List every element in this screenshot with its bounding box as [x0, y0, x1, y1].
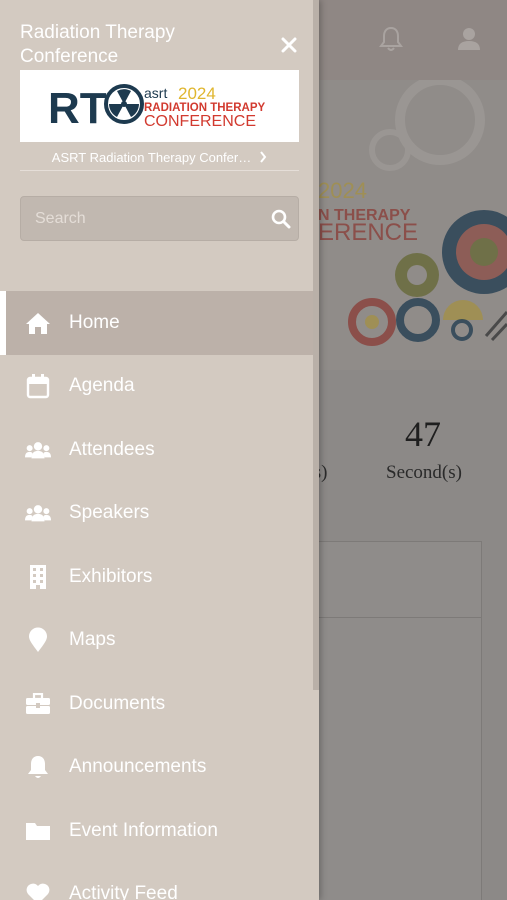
user-profile-icon[interactable]: [454, 24, 484, 54]
countdown-seconds-label: Second(s): [386, 462, 462, 483]
nav-item-documents[interactable]: Documents: [0, 672, 313, 736]
divider: [20, 170, 299, 171]
navigation-drawer: Radiation Therapy Conference RT asrt 202…: [0, 0, 319, 900]
nav-item-agenda[interactable]: Agenda: [0, 355, 313, 419]
search-bar: [20, 196, 299, 241]
countdown-seconds-value: 47: [405, 414, 441, 454]
nav-item-speakers[interactable]: Speakers: [0, 482, 313, 546]
briefcase-icon: [25, 691, 51, 717]
building-icon: [25, 564, 51, 590]
logo-brand: asrt: [144, 85, 167, 101]
nav-label-documents: Documents: [69, 692, 166, 714]
content-card: [300, 541, 482, 900]
rtc-logo: RT asrt 2024 RADIATION THERAPY CONFERENC…: [48, 84, 266, 133]
users-icon: [25, 500, 51, 526]
nav-item-event-information[interactable]: Event Information: [0, 799, 313, 863]
map-pin-icon: [25, 627, 51, 653]
nav-item-attendees[interactable]: Attendees: [0, 418, 313, 482]
search-icon[interactable]: [271, 209, 291, 229]
users-icon: [25, 437, 51, 463]
search-input[interactable]: [35, 208, 255, 230]
nav-label-maps: Maps: [69, 629, 116, 651]
nav-item-home[interactable]: Home: [0, 291, 313, 355]
event-switcher-link[interactable]: ASRT Radiation Therapy Confer…: [20, 146, 299, 168]
nav-item-maps[interactable]: Maps: [0, 609, 313, 673]
chevron-right-icon: [260, 151, 267, 163]
close-drawer-button[interactable]: [276, 32, 302, 58]
close-icon: [281, 37, 297, 53]
folder-icon: [25, 818, 51, 844]
drawer-scrollbar[interactable]: [313, 0, 319, 690]
nav-label-announcements: Announcements: [69, 756, 207, 778]
event-link-label: ASRT Radiation Therapy Confer…: [51, 149, 252, 165]
nav-label-activity-feed: Activity Feed: [69, 883, 178, 900]
heart-icon: [25, 881, 51, 900]
calendar-icon: [25, 373, 51, 399]
banner-line-2: ERENCE: [318, 219, 418, 246]
nav-item-announcements[interactable]: Announcements: [0, 736, 313, 800]
logo-year: 2024: [178, 84, 216, 103]
nav-label-home: Home: [69, 311, 120, 333]
event-logo: RT asrt 2024 RADIATION THERAPY CONFERENC…: [20, 70, 299, 142]
nav-label-agenda: Agenda: [69, 375, 135, 397]
notifications-bell-icon[interactable]: [376, 24, 406, 54]
drawer-nav-menu: Home Agenda Attendees Speakers Exhibitor…: [0, 291, 313, 900]
drawer-title: Radiation Therapy Conference: [20, 22, 175, 67]
card-divider: [301, 617, 481, 618]
nav-item-activity-feed[interactable]: Activity Feed: [0, 863, 313, 900]
nav-label-speakers: Speakers: [69, 502, 150, 524]
banner-year: 2024: [318, 178, 367, 203]
home-icon: [25, 310, 51, 336]
nav-label-event-information: Event Information: [69, 819, 218, 841]
nav-item-exhibitors[interactable]: Exhibitors: [0, 545, 313, 609]
nav-label-exhibitors: Exhibitors: [69, 565, 153, 587]
logo-line-2: CONFERENCE: [144, 113, 256, 130]
bell-icon: [25, 754, 51, 780]
nav-label-attendees: Attendees: [69, 438, 155, 460]
logo-letters: RT: [48, 84, 107, 133]
